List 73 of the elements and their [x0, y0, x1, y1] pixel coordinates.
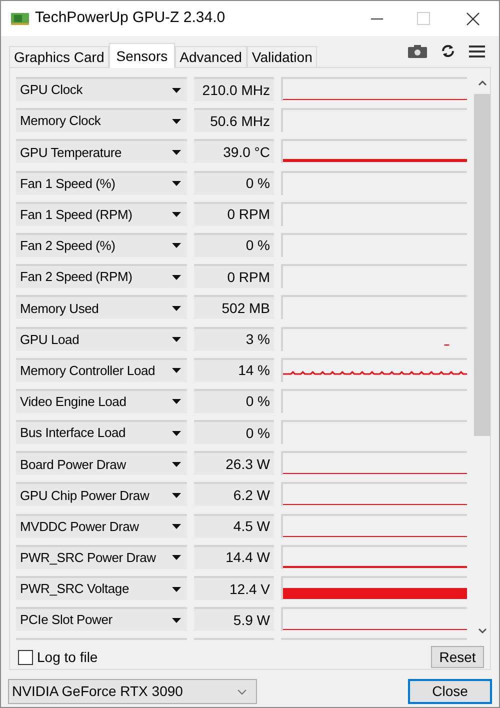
- device-dropdown[interactable]: NVIDIA GeForce RTX 3090: [8, 679, 257, 704]
- sensor-dropdown[interactable]: Fan 1 Speed (%): [16, 170, 187, 195]
- value-field: 6.2 W: [194, 482, 274, 506]
- menu-icon[interactable]: [469, 44, 485, 58]
- sensor-dropdown[interactable]: Fan 2 Speed (%): [16, 232, 187, 257]
- dropdown-arrow-icon: [172, 150, 181, 155]
- sensor-dropdown[interactable]: PCIe Slot Power: [16, 607, 187, 632]
- sensor-dropdown[interactable]: Video Engine Load: [16, 388, 187, 413]
- tab[interactable]: Sensors: [109, 43, 175, 68]
- dropdown-arrow-icon: [172, 555, 181, 560]
- value-field: 502 MB: [194, 295, 274, 320]
- dropdown-arrow-icon: [172, 118, 181, 124]
- close-button[interactable]: Close: [408, 679, 492, 704]
- scroll-down-icon[interactable]: [478, 628, 486, 634]
- value-field: 0 RPM: [194, 264, 274, 288]
- value-field: 12.4 V: [194, 576, 274, 600]
- sensor-dropdown[interactable]: Board Power Draw: [16, 451, 187, 476]
- value-field: 26.3 W: [194, 451, 274, 476]
- sensor-dropdown[interactable]: MVDDC Power Draw: [16, 514, 187, 538]
- dropdown-arrow-icon: [172, 524, 181, 530]
- sensor-dropdown[interactable]: GPU Load: [16, 326, 187, 350]
- graphics-card-icon: [11, 12, 29, 26]
- value-field: 3 %: [194, 326, 274, 350]
- sensor-dropdown[interactable]: PWR_SRC Voltage: [16, 576, 187, 600]
- value-field: 0 %: [194, 420, 274, 444]
- value-field: 14.4 W: [194, 544, 274, 569]
- scroll-up-icon[interactable]: [478, 80, 486, 86]
- value-field: 0 %: [194, 388, 274, 413]
- value-field: 14 %: [194, 358, 274, 382]
- sensor-dropdown[interactable]: GPU Clock: [16, 77, 187, 101]
- window-title: TechPowerUp GPU-Z 2.34.0: [35, 8, 226, 28]
- log-checkbox[interactable]: [18, 650, 33, 664]
- dropdown-arrow-icon: [172, 430, 181, 436]
- sensor-dropdown[interactable]: Bus Interface Load: [16, 420, 187, 444]
- sensor-dropdown[interactable]: PWR_SRC Power Draw: [16, 544, 187, 569]
- dropdown-arrow-icon: [172, 212, 181, 218]
- checkbox-label: Log to file: [37, 648, 98, 667]
- sensor-dropdown[interactable]: Fan 2 Speed (RPM): [16, 264, 187, 288]
- scrollbar-thumb[interactable]: [474, 94, 490, 436]
- sensor-dropdown[interactable]: Fan 1 Speed (RPM): [16, 202, 187, 226]
- value-field: 5.9 W: [194, 607, 274, 632]
- camera-icon[interactable]: [408, 44, 427, 58]
- tab[interactable]: Validation: [246, 46, 318, 67]
- value-field: 0 %: [194, 232, 274, 257]
- dropdown-arrow-icon: [172, 618, 181, 623]
- dropdown-arrow-icon: [172, 274, 181, 280]
- sensor-dropdown[interactable]: GPU Temperature: [16, 139, 187, 164]
- sensor-dropdown[interactable]: Memory Used: [16, 295, 187, 320]
- dropdown-arrow-icon: [172, 306, 181, 311]
- dropdown-arrow-icon: [172, 462, 181, 467]
- value-field: 4.5 W: [194, 514, 274, 538]
- value-field: 39.0 °C: [194, 139, 274, 164]
- dropdown-arrow-icon: [172, 88, 181, 92]
- dropdown-arrow-icon: [172, 399, 181, 404]
- reset-button[interactable]: Reset: [431, 646, 484, 668]
- value-field: 210.0 MHz: [194, 77, 274, 101]
- dropdown-arrow-icon: [172, 243, 181, 248]
- sensor-dropdown[interactable]: Memory Clock: [16, 108, 187, 132]
- dropdown-arrow-icon: [172, 586, 181, 592]
- dropdown-arrow-icon: [172, 492, 181, 498]
- refresh-icon[interactable]: [441, 44, 455, 58]
- value-field: 0 RPM: [194, 202, 274, 226]
- close-icon[interactable]: [466, 12, 480, 26]
- sensor-dropdown[interactable]: Memory Controller Load: [16, 358, 187, 382]
- sensor-dropdown[interactable]: GPU Chip Power Draw: [16, 482, 187, 506]
- tab[interactable]: Advanced: [174, 46, 247, 67]
- value-field: 50.6 MHz: [194, 108, 274, 132]
- tab[interactable]: Graphics Card: [9, 46, 110, 67]
- dropdown-arrow-icon: [172, 181, 181, 186]
- value-field: 0 %: [194, 170, 274, 195]
- dropdown-arrow-icon: [172, 368, 181, 374]
- dropdown-arrow-icon: [172, 337, 181, 342]
- chevron-icon: [237, 688, 247, 694]
